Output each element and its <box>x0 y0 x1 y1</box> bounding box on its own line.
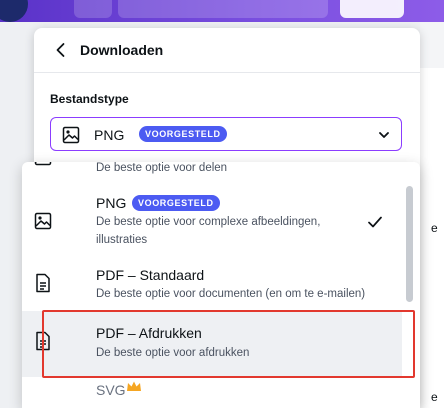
option-png[interactable]: PNG VOORGESTELD De beste optie voor comp… <box>22 190 402 252</box>
file-type-dropdown: De beste optie voor delen PNG VOORGESTEL… <box>22 162 420 408</box>
document-icon <box>34 273 52 298</box>
document-icon <box>34 331 52 356</box>
option-description: De beste optie voor delen <box>96 162 228 174</box>
option-description: De beste optie voor complexe afbeeldinge… <box>96 216 321 228</box>
option-description: De beste optie voor afdrukken <box>96 347 250 359</box>
share-button[interactable] <box>340 0 404 18</box>
app-top-bar <box>0 0 444 22</box>
crown-icon <box>126 380 142 399</box>
suggested-badge: VOORGESTELD <box>139 126 227 142</box>
background-text: e <box>431 390 438 404</box>
back-button[interactable] <box>50 39 72 61</box>
page-title: Downloaden <box>80 42 164 58</box>
file-type-select[interactable]: PNG VOORGESTELD <box>50 117 402 151</box>
suggested-badge: VOORGESTELD <box>132 195 220 211</box>
option-title: PDF – Standaard <box>96 267 205 283</box>
background-text: e <box>431 221 438 235</box>
image-icon <box>34 162 52 171</box>
image-icon <box>62 126 80 149</box>
selected-file-type: PNG <box>94 127 125 143</box>
panel-header: Downloaden <box>34 28 420 73</box>
option-description: illustraties <box>96 234 148 246</box>
file-type-label: Bestandstype <box>50 92 129 106</box>
option-pdf-print[interactable]: PDF – Afdrukken De beste optie voor afdr… <box>22 311 402 377</box>
chevron-down-icon <box>377 128 391 147</box>
topbar-control[interactable] <box>118 0 328 18</box>
check-icon <box>366 213 384 236</box>
option-title: PDF – Afdrukken <box>96 325 202 341</box>
image-icon <box>34 212 52 235</box>
scrollbar[interactable] <box>406 186 413 302</box>
chevron-left-icon <box>56 43 65 57</box>
option-svg[interactable]: SVG <box>22 380 402 408</box>
topbar-control[interactable] <box>74 0 112 18</box>
option-description: De beste optie voor documenten (en om te… <box>96 288 366 300</box>
option-title: SVG <box>96 382 126 398</box>
background-content <box>420 22 444 408</box>
background-block <box>420 22 444 68</box>
app-logo[interactable] <box>0 0 28 22</box>
option-pdf-standard[interactable]: PDF – Standaard De beste optie voor docu… <box>22 257 402 309</box>
option-jpg[interactable]: De beste optie voor delen <box>22 162 402 184</box>
option-title: PNG <box>96 195 127 211</box>
